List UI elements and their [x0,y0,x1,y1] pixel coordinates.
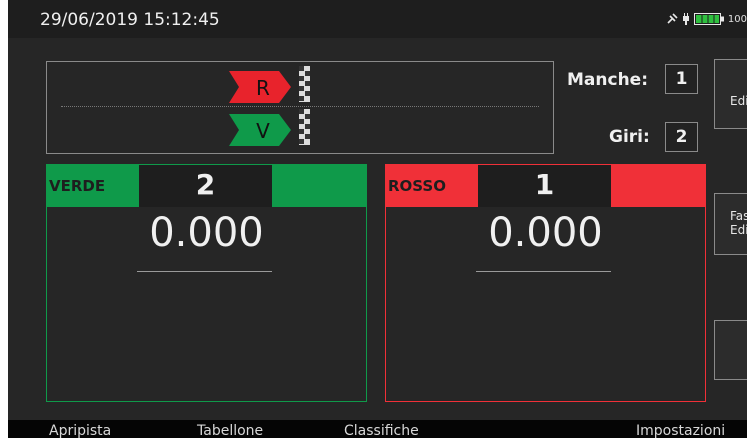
device-screen: 29/06/2019 15:12:45 100 R V Manche: 1 Gi… [8,0,747,438]
panel-count-box-rosso: 1 [478,165,611,207]
status-icons: 100 [666,11,747,27]
giri-value[interactable]: 2 [665,122,698,152]
manche-value[interactable]: 1 [665,64,698,94]
lane-letter-green: V [256,119,270,143]
panel-time-verde: 0.000 [149,210,264,256]
panel-header-rosso: ROSSO 1 [386,165,705,207]
edit-button-label: Edi [730,94,747,108]
tab-apripista[interactable]: Apripista [49,423,111,438]
panel-time-underline [137,271,272,272]
lane-flag-red: R [229,71,291,103]
lane-panel-rosso: ROSSO 1 0.000 [385,164,706,402]
checkered-flag-icon [299,109,310,145]
phase-edit-label-line1: Fas [730,209,747,223]
datetime: 29/06/2019 15:12:45 [40,10,220,30]
status-bar: 29/06/2019 15:12:45 100 [8,0,747,38]
lane-panel-verde: VERDE 2 0.000 [46,164,367,402]
track-view: R V [46,61,554,154]
battery-percent: 100 [727,13,747,25]
phase-edit-label-line2: Edi [730,223,747,237]
panel-name-rosso: ROSSO [388,177,446,195]
panel-count-verde: 2 [195,168,216,201]
lane-flag-green: V [229,114,291,146]
satellite-icon [667,13,678,24]
panel-time-underline [476,271,611,272]
checkered-flag-icon [299,66,310,102]
track-divider [61,106,539,107]
tab-impostazioni[interactable]: Impostazioni [636,423,725,438]
lane-letter-red: R [256,76,270,100]
manche-label: Manche: [567,70,648,90]
battery-icon [693,13,724,25]
phase-edit-button[interactable]: Fas Edi [714,193,747,255]
panel-time-rosso: 0.000 [488,210,603,256]
tab-classifiche[interactable]: Classifiche [344,423,419,438]
panel-name-verde: VERDE [49,177,106,195]
bottom-tab-bar: Apripista Tabellone Classifiche Impostaz… [8,420,747,438]
panel-header-verde: VERDE 2 [47,165,366,207]
edit-button[interactable]: Edi [714,59,747,129]
tab-tabellone[interactable]: Tabellone [197,423,263,438]
side-button-3[interactable] [714,320,747,380]
plug-icon [682,13,689,25]
giri-label: Giri: [609,127,650,147]
panel-count-rosso: 1 [534,168,555,201]
panel-count-box-verde: 2 [139,165,272,207]
